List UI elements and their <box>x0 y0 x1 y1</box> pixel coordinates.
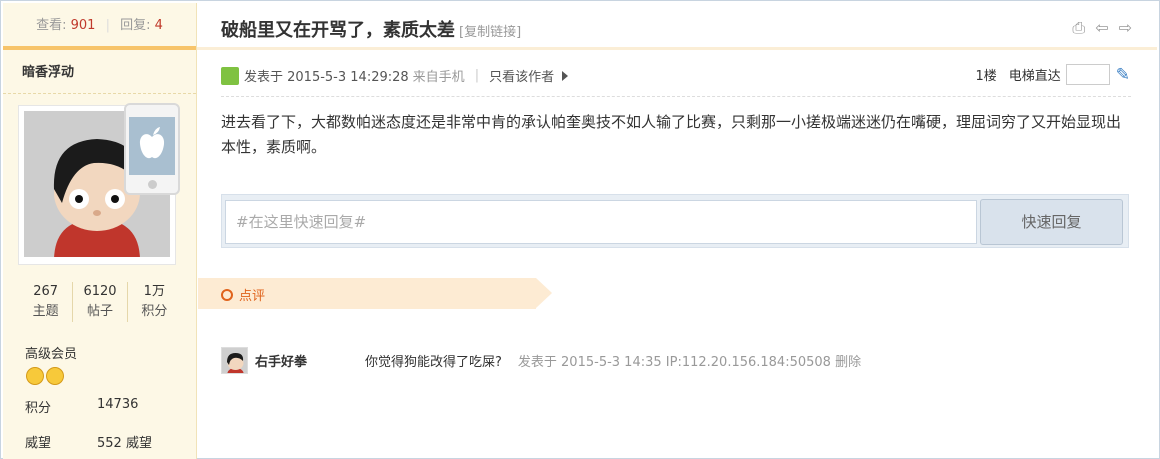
views-count: 901 <box>70 18 96 33</box>
post-title: 破船里又在开骂了，素质太差 [复制链接] <box>221 20 522 41</box>
print-icon[interactable]: ⎙ <box>1072 18 1085 38</box>
replies-count: 4 <box>154 18 163 33</box>
meta-divider <box>221 96 1131 97</box>
points-count[interactable]: 1万 积分 <box>128 282 181 322</box>
thread-stats: 查看: 901 | 回复: 4 <box>3 3 196 50</box>
comment-row: 右手好拳 你觉得狗能改得了吃屎? 发表于 2015-5-3 14:35 IP:1… <box>221 347 861 374</box>
only-author-link[interactable]: 只看该作者 <box>489 66 554 85</box>
prev-thread-icon[interactable]: ⇦ <box>1095 18 1108 38</box>
post-source[interactable]: 来自手机 <box>413 66 465 85</box>
post-meta: 发表于 2015-5-3 14:29:28 来自手机 | 只看该作者 <box>221 66 569 85</box>
post-content: 进去看了下，大都数帕迷态度还是非常中肯的承认帕奎奥技不如人输了比赛，只剩那一小搓… <box>221 113 1122 156</box>
divider <box>197 47 1157 50</box>
views-label: 查看: <box>36 18 67 33</box>
prestige-row: 威望 552 威望 <box>25 436 152 451</box>
posts-count[interactable]: 6120 帖子 <box>73 282 128 322</box>
copy-link[interactable]: [复制链接] <box>459 25 521 40</box>
play-arrow-icon <box>562 70 569 81</box>
commenter-name[interactable]: 右手好拳 <box>255 351 365 370</box>
review-circle-icon <box>221 288 233 301</box>
author-counts: 267 主题 6120 帖子 1万 积分 <box>19 282 181 322</box>
review-ribbon: 点评 <box>198 278 552 309</box>
replies-label: 回复: <box>120 18 151 33</box>
commenter-avatar[interactable] <box>221 347 248 374</box>
comment-text: 你觉得狗能改得了吃屎? <box>365 355 502 370</box>
comment-meta: 发表于 2015-5-3 14:35 IP:112.20.156.184:505… <box>517 355 862 370</box>
quick-reply-button[interactable]: 快速回复 <box>980 199 1123 245</box>
score-row: 积分 14736 <box>25 397 139 416</box>
level-stars-icon <box>26 367 64 385</box>
quick-reply-input[interactable]: #在这里快速回复# <box>225 200 977 244</box>
quick-reply-bar: #在这里快速回复# 快速回复 <box>221 194 1129 248</box>
mobile-device-icon <box>124 103 180 195</box>
author-name[interactable]: 暗香浮动 <box>3 50 196 94</box>
floor-jump-input[interactable] <box>1065 64 1110 85</box>
post-time: 发表于 2015-5-3 14:29:28 <box>244 70 409 85</box>
review-label[interactable]: 点评 <box>239 285 265 304</box>
go-floor-icon[interactable]: ✎ <box>1116 65 1130 85</box>
online-user-icon <box>221 66 239 85</box>
topics-count[interactable]: 267 主题 <box>19 282 74 322</box>
floor-nav: 1楼 电梯直达 ✎ <box>975 64 1130 85</box>
elevator-label: 电梯直达 <box>1008 69 1061 84</box>
user-level[interactable]: 高级会员 <box>25 343 77 362</box>
next-thread-icon[interactable]: ⇨ <box>1119 18 1132 38</box>
post-tools: ⎙ ⇦ ⇨ <box>1072 18 1132 38</box>
floor-number: 1楼 <box>975 69 997 84</box>
